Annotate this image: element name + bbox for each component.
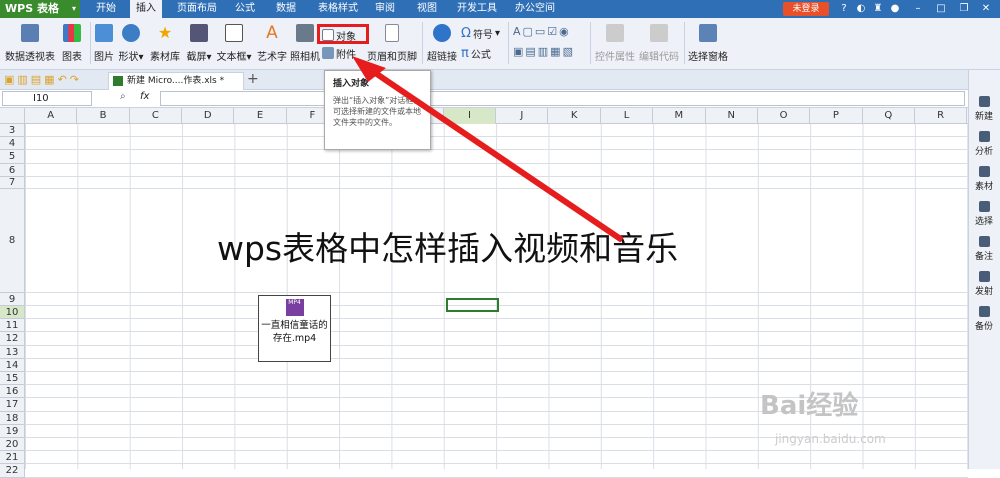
watermark-url: jingyan.baidu.com [775, 432, 886, 446]
new-icon [978, 96, 990, 107]
sidebar-item-select[interactable]: 选择 [969, 201, 999, 227]
backup-icon [978, 306, 990, 317]
watermark-logo: Bai经验 [760, 391, 859, 421]
sidebar-item-material[interactable]: 素材 [969, 166, 999, 192]
sidebar-item-label: 选择 [974, 217, 993, 227]
sidebar-item-note[interactable]: 备注 [969, 236, 999, 262]
note-icon [978, 236, 990, 247]
sidebar-item-backup[interactable]: 备份 [969, 306, 999, 332]
row-gridline [25, 476, 968, 478]
analyze-icon [978, 131, 990, 142]
select-icon [978, 201, 990, 212]
material-icon [978, 166, 990, 177]
sidebar-item-label: 新建 [974, 112, 993, 122]
sidebar-item-send[interactable]: 发射 [969, 271, 999, 297]
sidebar-item-label: 分析 [974, 147, 993, 157]
sidebar-item-analyze[interactable]: 分析 [969, 131, 999, 157]
sidebar-item-label: 素材 [974, 182, 993, 192]
sidebar-item-label: 备注 [974, 252, 993, 262]
sidebar-item-new[interactable]: 新建 [969, 96, 999, 122]
right-sidebar [968, 70, 1000, 469]
send-icon [978, 271, 990, 282]
sidebar-item-label: 备份 [974, 322, 993, 332]
sidebar-item-label: 发射 [974, 287, 993, 297]
